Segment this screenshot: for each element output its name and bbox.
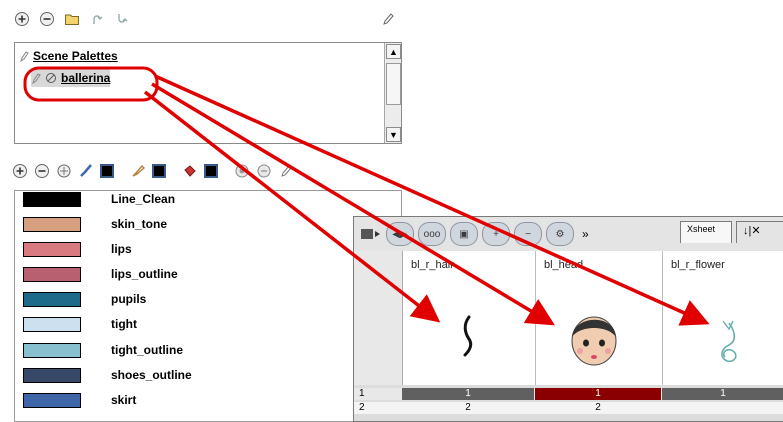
highlight-ellipse bbox=[23, 66, 159, 102]
annotation-overlay bbox=[23, 66, 710, 326]
arrow-to-flower bbox=[154, 74, 710, 326]
arrow-to-hair bbox=[143, 90, 441, 323]
arrow-to-head bbox=[151, 82, 556, 326]
